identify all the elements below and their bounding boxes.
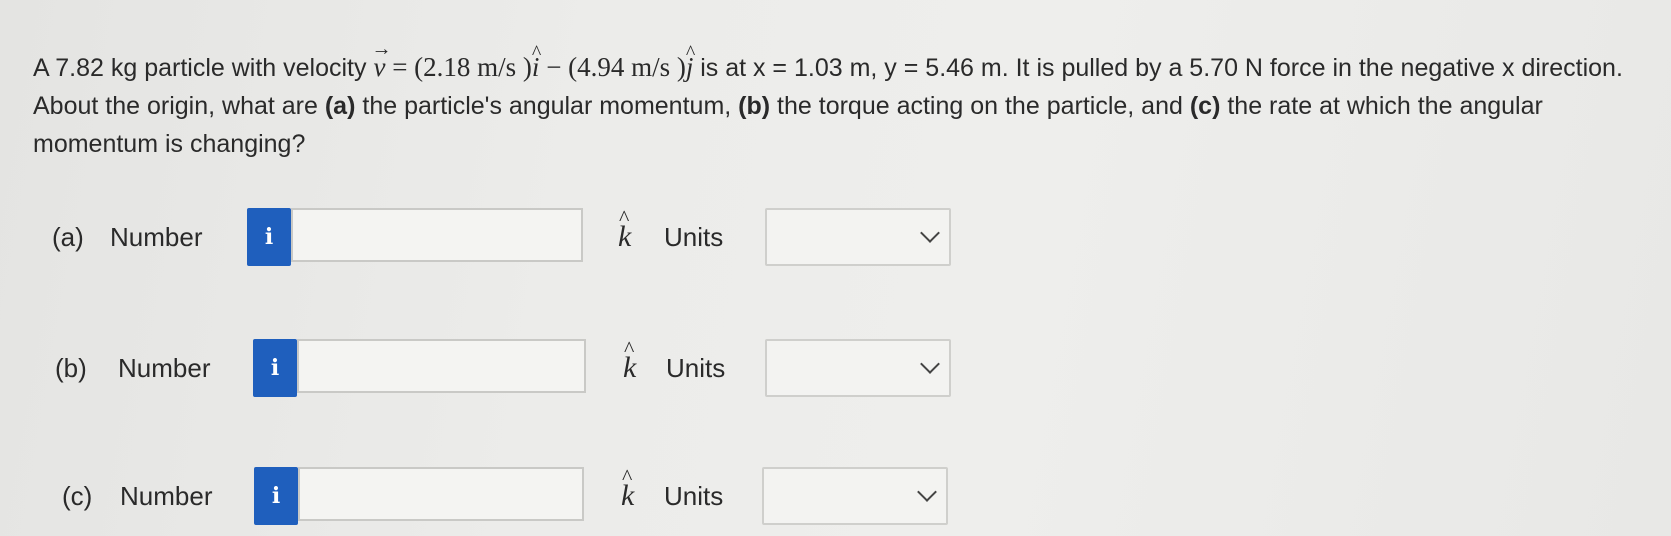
units-label: Units	[666, 353, 726, 383]
number-label: Number	[120, 481, 213, 511]
part-c-marker: (c)	[1189, 92, 1221, 120]
row-label: (c)	[62, 481, 93, 511]
units-label: Units	[664, 481, 724, 511]
part-a-marker: (a)	[324, 92, 356, 120]
units-select-b[interactable]	[765, 339, 951, 397]
number-input-c[interactable]	[298, 467, 584, 521]
part-b-marker: (b)	[738, 92, 771, 120]
answer-row-c: (c) Number i ^ k Units	[0, 464, 1671, 527]
units-select-a[interactable]	[765, 208, 951, 266]
info-icon[interactable]: i	[247, 208, 291, 266]
chevron-down-icon	[917, 482, 937, 502]
problem-statement: A 7.82 kg particle with velocity → v = (2…	[33, 38, 1653, 163]
chevron-down-icon	[920, 354, 940, 374]
number-input-b[interactable]	[297, 339, 586, 393]
answer-row-a: (a) Number i ^ k Units	[0, 205, 1671, 268]
answer-row-b: (b) Number i ^ k Units	[0, 336, 1671, 399]
units-select-c[interactable]	[762, 467, 948, 525]
row-label: (b)	[55, 353, 87, 383]
number-input-a[interactable]	[291, 208, 583, 262]
velocity-y-component: (4.94 m/s )	[568, 52, 686, 82]
info-icon[interactable]: i	[253, 339, 297, 397]
question-intro: A 7.82 kg particle with velocity	[33, 54, 367, 82]
vector-arrow-icon: →	[371, 38, 392, 60]
units-label: Units	[664, 222, 724, 252]
chevron-down-icon	[920, 223, 940, 243]
velocity-vector-symbol: → v	[371, 38, 391, 86]
k-hat-symbol: ^ k	[618, 205, 632, 253]
velocity-x-component: (2.18 m/s )	[414, 52, 532, 82]
i-hat-symbol: ^ i	[531, 42, 542, 82]
number-label: Number	[118, 353, 211, 383]
number-label: Number	[110, 222, 203, 252]
row-label: (a)	[52, 222, 84, 252]
info-icon[interactable]: i	[254, 467, 298, 525]
k-hat-symbol: ^ k	[623, 336, 637, 384]
k-hat-symbol: ^ k	[621, 464, 635, 512]
j-hat-symbol: ^ j	[685, 42, 696, 82]
velocity-equation: → v = (2.18 m/s ) ^ i − (4.94 m/s ) ^ j	[371, 38, 700, 82]
